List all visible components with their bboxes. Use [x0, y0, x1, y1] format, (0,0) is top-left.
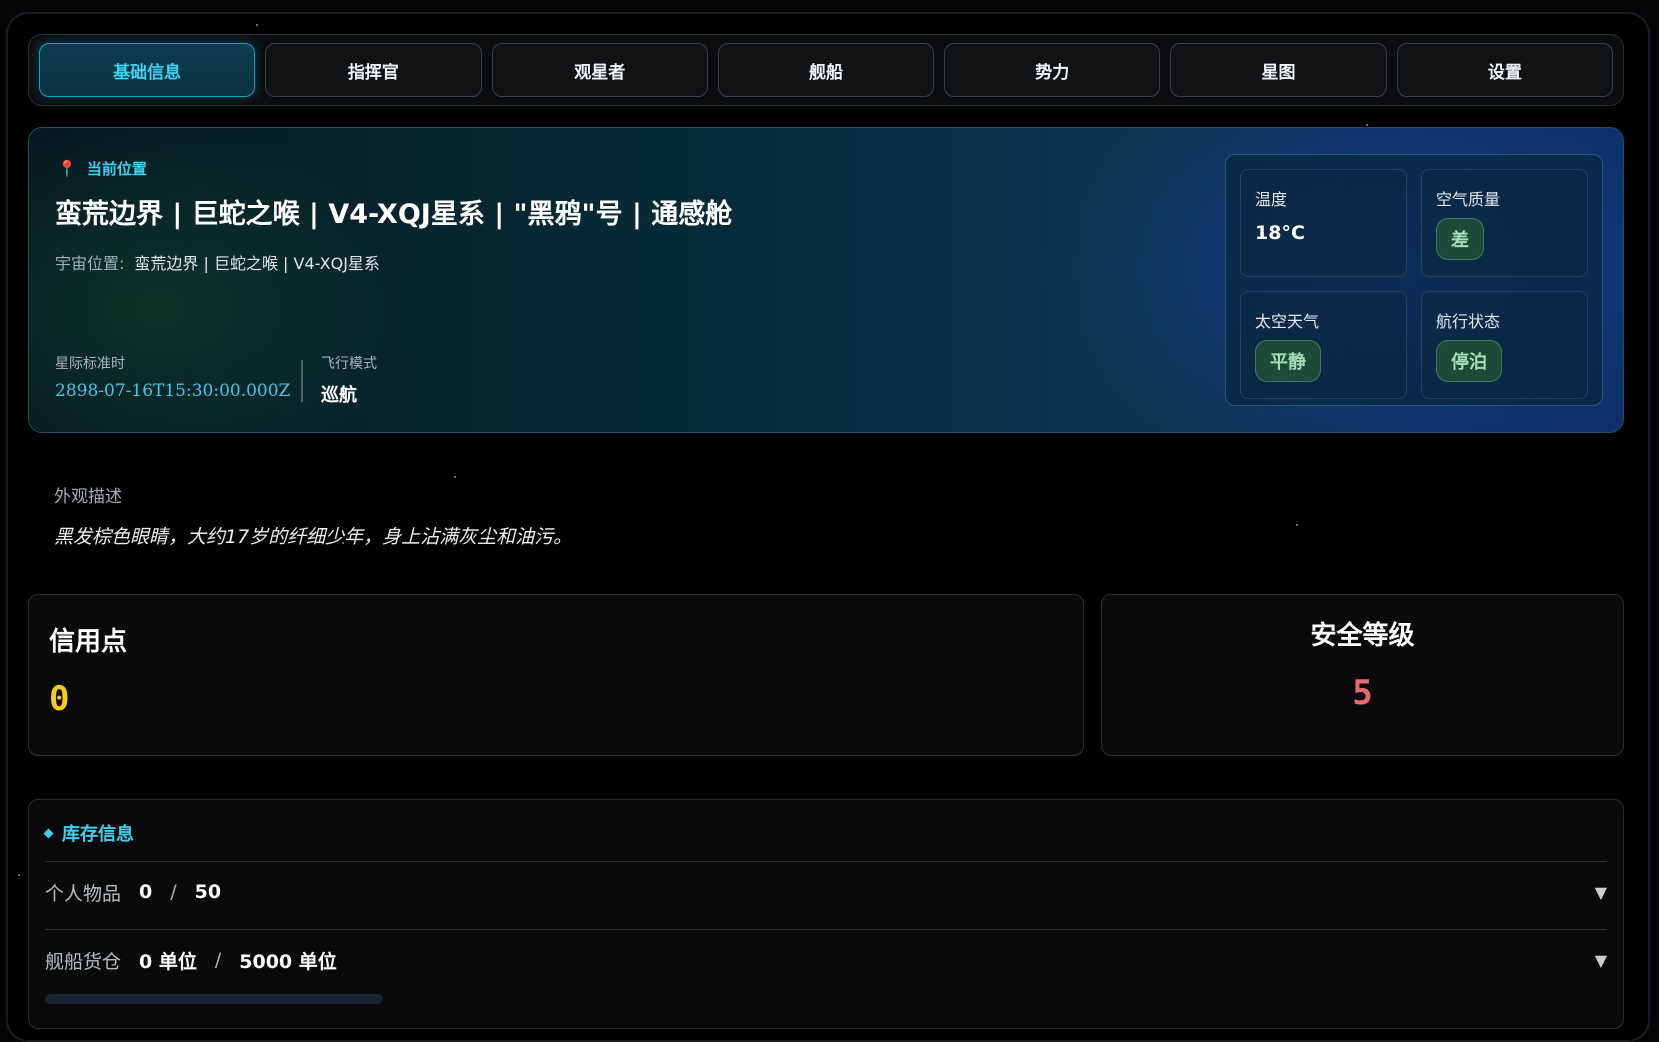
separator: /: [170, 881, 177, 903]
standard-time: 星际标准时 2898-07-16T15:30:00.000Z: [55, 353, 290, 401]
credits-value: 0: [49, 679, 70, 719]
flight-mode-value: 巡航: [321, 385, 357, 406]
personal-items-used: 0: [139, 881, 153, 903]
ship-cargo-used: 0 单位: [139, 950, 197, 973]
tab-faction[interactable]: 势力: [944, 43, 1161, 97]
environment-grid: 温度 18°C 空气质量 差 太空天气 平静 航行状态 停泊: [1225, 154, 1603, 406]
tab-ship[interactable]: 舰船: [717, 43, 935, 97]
ship-cargo-label: 舰船货仓: [45, 950, 122, 973]
diamond-icon: [43, 828, 54, 838]
location-label: 📍 当前位置: [57, 158, 147, 179]
temperature-value: 18°C: [1255, 222, 1305, 244]
personal-items-row[interactable]: 个人物品 0 / 50 ▼: [45, 864, 1607, 920]
tab-stargazer[interactable]: 观星者: [491, 43, 708, 97]
flight-mode: 飞行模式 巡航: [321, 353, 377, 407]
tab-star-map[interactable]: 星图: [1170, 43, 1387, 97]
nav-status-badge: 停泊: [1436, 340, 1502, 382]
divider: [301, 360, 303, 402]
flight-mode-label: 飞行模式: [321, 356, 377, 372]
tab-commander[interactable]: 指挥官: [265, 43, 482, 97]
appearance-label: 外观描述: [54, 487, 122, 507]
inventory-panel: 库存信息 个人物品 0 / 50 ▼ 舰船货仓 0 单位 / 5000 单位 ▼: [28, 799, 1624, 1029]
separator: /: [214, 949, 222, 971]
air-quality-label: 空气质量: [1436, 190, 1501, 209]
air-quality-cell: 空气质量 差: [1421, 169, 1588, 277]
temperature-cell: 温度 18°C: [1240, 169, 1407, 277]
location-panel: 📍 当前位置 蛮荒边界 | 巨蛇之喉 | V4-XQJ星系 | "黑鸦"号 | …: [28, 127, 1624, 433]
air-quality-badge: 差: [1436, 218, 1484, 260]
nav-status-cell: 航行状态 停泊: [1421, 291, 1588, 399]
universe-position-label: 宇宙位置:: [55, 254, 125, 273]
security-card: 安全等级 5: [1101, 594, 1624, 756]
universe-position-value: 蛮荒边界 | 巨蛇之喉 | V4-XQJ星系: [134, 254, 380, 273]
standard-time-value: 2898-07-16T15:30:00.000Z: [55, 381, 291, 401]
personal-items-capacity: 50: [194, 881, 222, 903]
tab-basic-info[interactable]: 基础信息: [39, 43, 256, 97]
divider: [45, 861, 1607, 862]
security-label: 安全等级: [1310, 621, 1415, 651]
triangle-down-icon[interactable]: ▼: [1595, 951, 1607, 970]
credits-card: 信用点 0: [28, 594, 1084, 756]
appearance-text: 黑发棕色眼睛，大约17岁的纤细少年，身上沾满灰尘和油污。: [54, 526, 573, 548]
tab-settings[interactable]: 设置: [1396, 43, 1613, 97]
cargo-progress-bar: [45, 994, 383, 1004]
space-weather-label: 太空天气: [1255, 312, 1320, 331]
inventory-title-text: 库存信息: [62, 824, 134, 845]
security-value: 5: [1352, 673, 1373, 713]
ship-cargo-row[interactable]: 舰船货仓 0 单位 / 5000 单位 ▼: [45, 932, 1607, 988]
ship-cargo-capacity: 5000 单位: [239, 950, 337, 973]
personal-items-label: 个人物品: [45, 882, 122, 905]
universe-position: 宇宙位置: 蛮荒边界 | 巨蛇之喉 | V4-XQJ星系: [55, 250, 380, 274]
nav-status-label: 航行状态: [1436, 312, 1501, 331]
triangle-down-icon[interactable]: ▼: [1595, 883, 1607, 902]
map-pin-icon: 📍: [57, 159, 77, 178]
inventory-title: 库存信息: [43, 820, 134, 846]
tab-bar: 基础信息 指挥官 观星者 舰船 势力 星图 设置: [28, 34, 1624, 106]
location-title: 蛮荒边界 | 巨蛇之喉 | V4-XQJ星系 | "黑鸦"号 | 通感舱: [55, 199, 733, 230]
credits-label: 信用点: [49, 627, 128, 657]
location-label-text: 当前位置: [86, 160, 147, 178]
divider: [45, 929, 1607, 930]
standard-time-label: 星际标准时: [55, 356, 125, 372]
space-weather-badge: 平静: [1255, 340, 1321, 382]
app-window: 基础信息 指挥官 观星者 舰船 势力 星图 设置 📍 当前位置 蛮荒边界 | 巨…: [6, 12, 1650, 1042]
temperature-label: 温度: [1255, 190, 1288, 209]
space-weather-cell: 太空天气 平静: [1240, 291, 1407, 399]
